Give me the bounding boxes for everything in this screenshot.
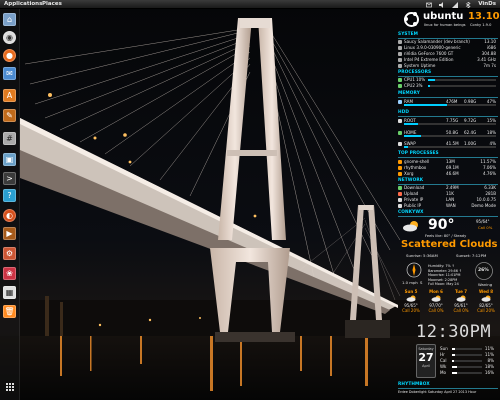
places-menu[interactable]: Places	[42, 0, 62, 9]
weather-condition: Scattered Clouds	[401, 239, 498, 250]
cpu-bar	[428, 79, 496, 81]
ubuntu-brand: ubuntu	[423, 11, 464, 22]
applications-menu[interactable]: Applications	[4, 0, 42, 9]
forecast-day: Tue 7 95/61° Call 0%	[453, 289, 469, 313]
home-folder-icon[interactable]: ⌂	[3, 13, 16, 26]
clock-stat-bar	[452, 360, 482, 362]
text-editor-icon[interactable]: ✎	[3, 109, 16, 122]
system-row: System Uptime 7m 7s	[398, 63, 498, 69]
hdd-bar	[404, 123, 496, 125]
hdd-bar	[404, 146, 496, 148]
system-settings-icon[interactable]: ⚙	[3, 247, 16, 260]
feels-like: Feels like: 80° / Steady	[425, 234, 467, 238]
conky-widget: ubuntu 13.10 linux for human beings Conk…	[398, 10, 500, 399]
conky-version: Conky 1.9.0	[470, 23, 492, 27]
chrome-icon[interactable]: ◉	[3, 31, 16, 44]
wind-speed: 1.0 mph	[402, 280, 418, 285]
cpu-row: CPU2 3%	[398, 83, 498, 89]
network-section-title: NETWORK	[398, 178, 424, 183]
photos-icon[interactable]: ❀	[3, 267, 16, 280]
divider	[398, 97, 498, 98]
network-icon[interactable]	[452, 1, 459, 8]
full-moon: Full Moon: May 24	[428, 282, 459, 287]
moon-phase: Waning	[478, 282, 493, 287]
hdd-bar-row	[398, 146, 498, 149]
firefox-icon[interactable]: ●	[3, 49, 16, 62]
weather-section-title: CONKYWX	[398, 210, 424, 215]
media-player-icon[interactable]: ▶	[3, 227, 16, 240]
launcher: ⌂ ◉ ● ✉ A ✎ # ▣ > ? ◐ ▶ ⚙ ❀ ▦ 🗑	[0, 9, 20, 400]
clock-stat-bar	[452, 372, 482, 374]
top-panel: Applications Places VinDs	[0, 0, 500, 9]
moonset: Moonset: 2:28PM	[428, 277, 458, 282]
hdd-bar-row	[398, 123, 498, 126]
process-row: Xorg 46.6M 4.76%	[398, 171, 498, 177]
partly-cloudy-icon	[402, 220, 420, 233]
help-icon[interactable]: ?	[3, 189, 16, 202]
dash-grid-icon[interactable]	[6, 383, 14, 391]
divider	[398, 388, 498, 389]
calendar-icon[interactable]: ▦	[3, 286, 16, 299]
humidity-pct: 26%	[478, 268, 489, 273]
volume-icon[interactable]	[439, 1, 445, 8]
ubuntu-version: 13.10	[468, 11, 500, 22]
forecast-day: Wed 8 82/65° Call 20%	[477, 289, 495, 313]
partly-cloudy-icon	[481, 295, 490, 302]
ubuntu-logo-icon	[404, 12, 419, 27]
processors-section-title: PROCESSORS	[398, 70, 432, 75]
divider	[398, 157, 498, 158]
clock-time: 12:30PM	[416, 322, 492, 342]
clock-stat-row: Mo 16%	[440, 370, 494, 375]
humidity: Humidity: 7% ↑	[428, 264, 455, 268]
barometer: Barometer: 29.66 ↑	[428, 268, 462, 273]
cpu-bar	[428, 85, 496, 87]
top-processes-section-title: TOP PROCESSES	[398, 151, 439, 156]
ram-bar	[404, 104, 496, 106]
ubuntu-one-icon[interactable]: ◐	[3, 209, 16, 222]
sunset: Sunset: 7:12PM	[456, 253, 487, 258]
hdd-bar	[404, 135, 496, 137]
bluetooth-icon[interactable]	[465, 0, 471, 9]
rhythmbox-section-title: RHYTHMBOX	[398, 382, 430, 387]
clock-stat-bar	[452, 348, 482, 350]
terminal-icon[interactable]: >	[3, 172, 16, 185]
network-row: Public IP WAN Demo Mode	[398, 203, 498, 209]
clock-stat-bar	[452, 354, 482, 356]
forecast-day: Sun 5 95/65° Call 20%	[402, 289, 420, 313]
ubuntu-tagline: linux for human beings	[424, 23, 466, 27]
hi-lo-temp: 95/64°	[476, 219, 490, 224]
now-playing: Erdee Doberlight Saturday April 27 2013 …	[398, 390, 477, 394]
calculator-icon[interactable]: #	[3, 132, 16, 145]
weather-details: Humidity: 7% ↑ Barometer: 29.66 ↑ Moonri…	[428, 264, 462, 287]
calendar-widget: Saturday 27 April	[416, 344, 436, 378]
system-tray: VinDs	[426, 0, 496, 9]
partly-cloudy-icon	[406, 295, 415, 302]
calendar-day: 27	[418, 351, 434, 364]
hdd-section-title: HDD	[398, 110, 410, 115]
clock-stat-bar	[452, 366, 482, 368]
hdd-bar-row	[398, 135, 498, 138]
calendar-dow: April	[422, 364, 430, 368]
partly-cloudy-icon	[456, 295, 465, 302]
ram-bar-row	[398, 104, 498, 107]
trash-icon[interactable]: 🗑	[3, 305, 16, 318]
system-section-title: SYSTEM	[398, 32, 419, 37]
user-menu[interactable]: VinDs	[478, 0, 496, 9]
memory-section-title: MEMORY	[398, 91, 420, 96]
ubuntu-software-center-icon[interactable]: A	[3, 89, 16, 102]
divider	[398, 116, 498, 117]
moonrise: Moonrise: 11:01PM	[428, 273, 461, 278]
email-icon[interactable]: ✉	[3, 67, 16, 80]
precip-chance: Call 0%	[478, 225, 493, 230]
mail-icon[interactable]	[426, 2, 433, 8]
wind-direction: S	[420, 280, 423, 285]
partly-cloudy-icon	[431, 295, 440, 302]
image-viewer-icon[interactable]: ▣	[3, 153, 16, 166]
current-temp: 90°	[428, 217, 455, 233]
forecast-day: Mon 6 97/70° Call 0%	[428, 289, 444, 313]
wind-compass-icon	[406, 262, 422, 279]
sunrise: Sunrise: 5:36AM	[406, 253, 438, 258]
